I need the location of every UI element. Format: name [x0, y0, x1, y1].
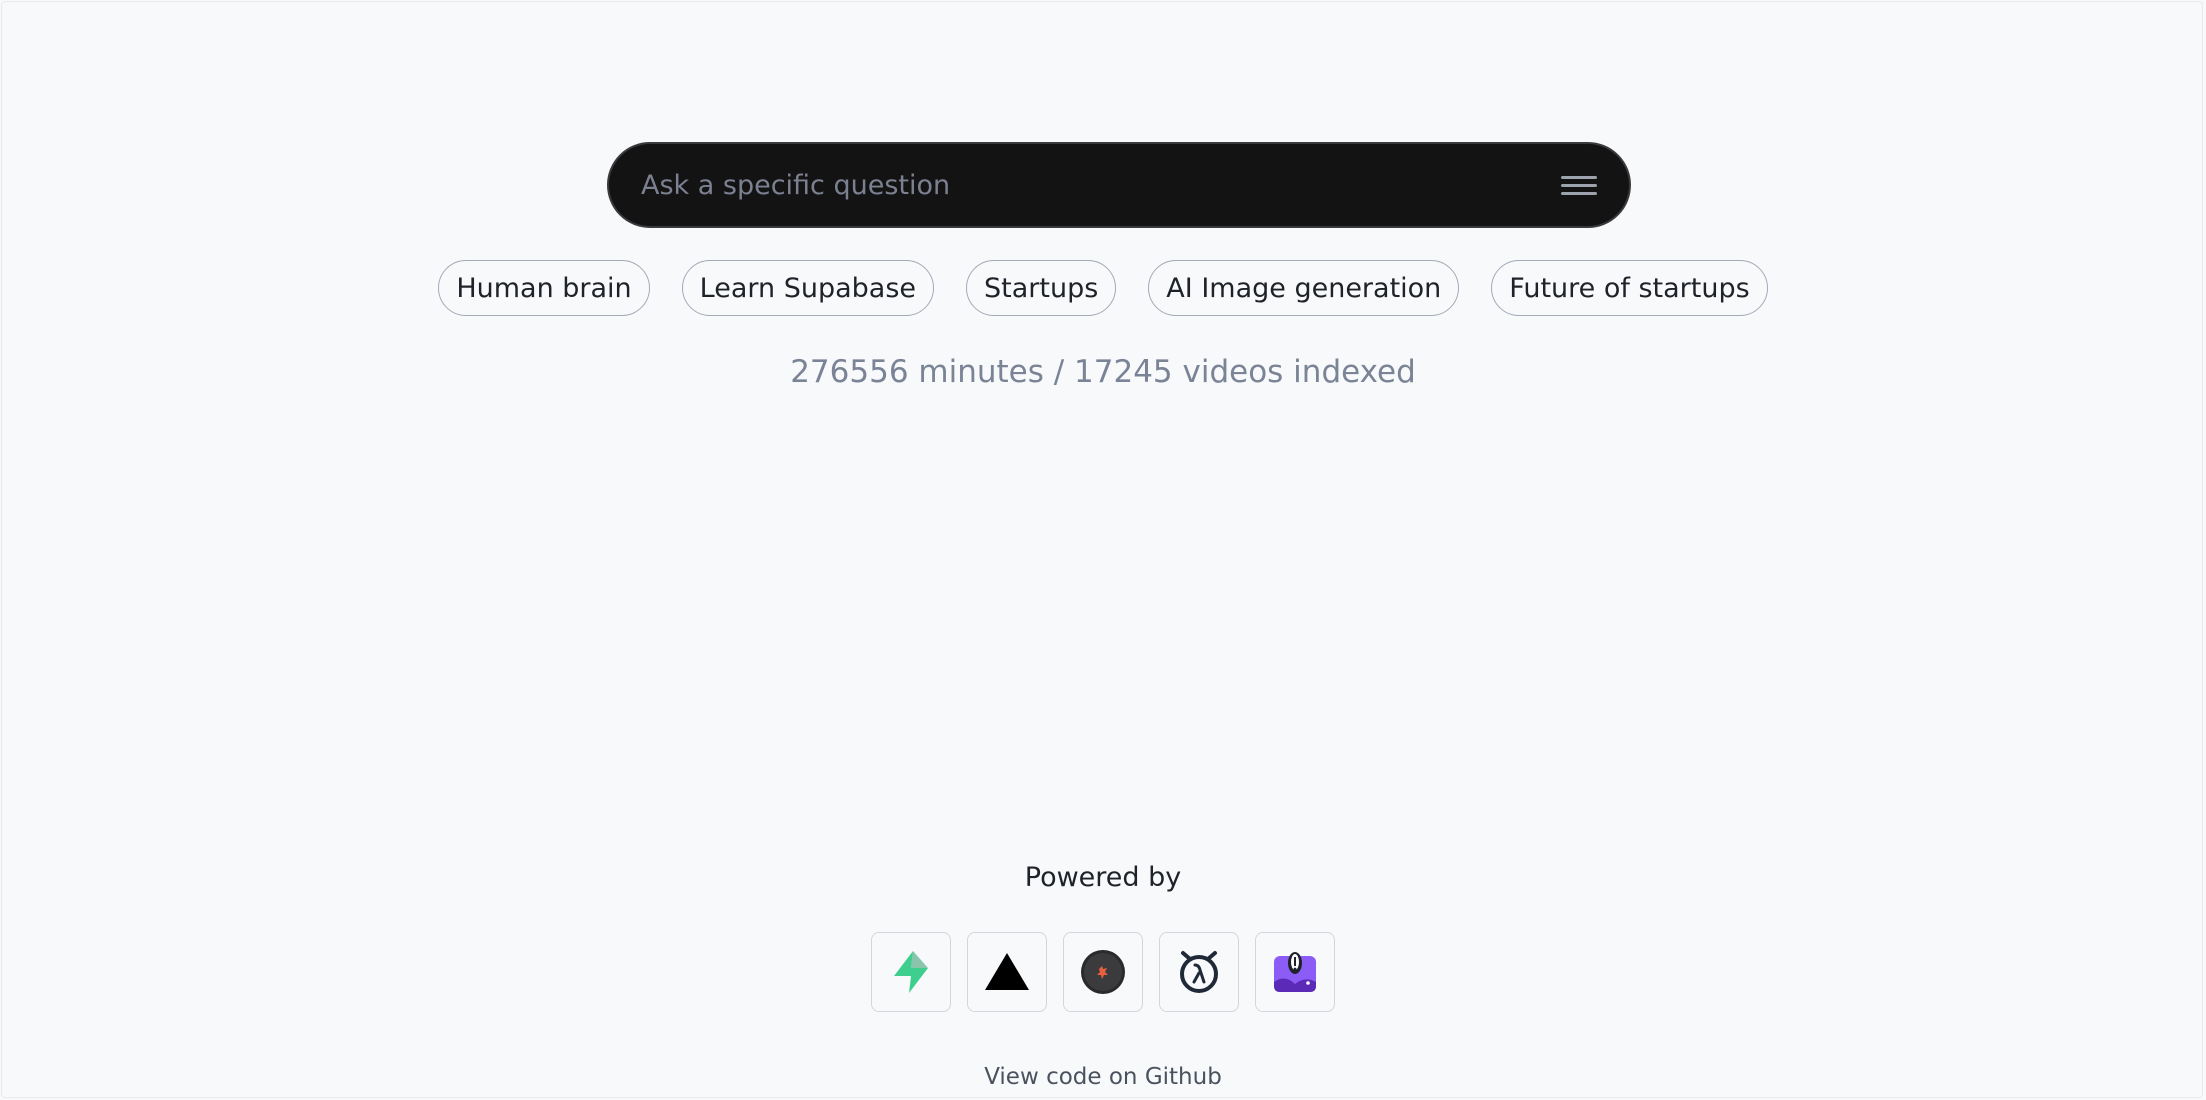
vercel-logo-link[interactable]: [967, 932, 1047, 1012]
lambda-logo-link[interactable]: [1159, 932, 1239, 1012]
search-bar[interactable]: [607, 142, 1631, 228]
suggestion-chip-human-brain[interactable]: Human brain: [438, 260, 650, 316]
suggestion-chip-ai-image-generation[interactable]: AI Image generation: [1148, 260, 1460, 316]
suggestion-chip-learn-supabase[interactable]: Learn Supabase: [681, 260, 935, 316]
suggestion-chips: Human brain Learn Supabase Startups AI I…: [0, 260, 2206, 316]
github-link[interactable]: View code on Github: [0, 1064, 2206, 1090]
index-stats: 276556 minutes / 17245 videos indexed: [790, 354, 1416, 390]
menu-icon-line: [1561, 192, 1597, 195]
replicate-logo-icon: [1081, 950, 1125, 994]
purple-brand-logo-link[interactable]: [1255, 932, 1335, 1012]
purple-brand-logo-icon: [1274, 952, 1316, 992]
supabase-logo-icon: [894, 951, 928, 993]
menu-icon-line: [1561, 176, 1597, 179]
suggestion-chip-startups[interactable]: Startups: [966, 260, 1117, 316]
lambda-logo-icon: [1180, 951, 1218, 993]
suggestion-chip-future-of-startups[interactable]: Future of startups: [1491, 260, 1768, 316]
powered-by-logos: [0, 932, 2206, 1012]
menu-icon-line: [1561, 184, 1597, 187]
menu-icon[interactable]: [1555, 167, 1599, 203]
vercel-logo-icon: [985, 953, 1029, 990]
supabase-logo-link[interactable]: [871, 932, 951, 1012]
powered-by-label: Powered by: [1024, 862, 1182, 893]
replicate-logo-link[interactable]: [1063, 932, 1143, 1012]
search-input[interactable]: [641, 144, 1521, 226]
